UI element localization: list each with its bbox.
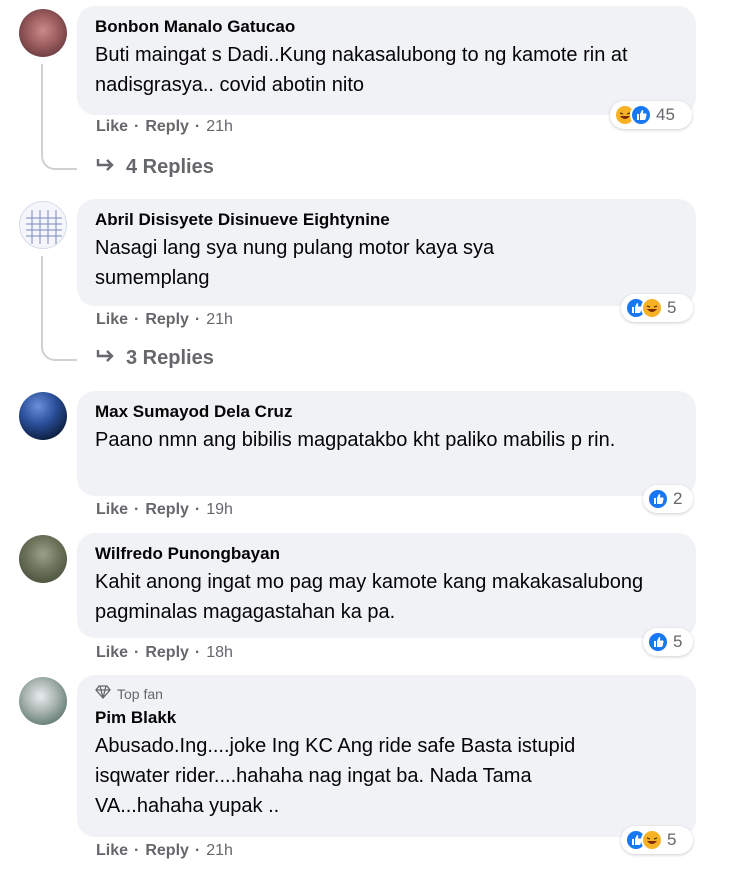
like-link[interactable]: Like	[96, 501, 128, 519]
like-react-icon	[647, 488, 669, 510]
reply-link[interactable]: Reply	[145, 311, 189, 329]
comment-author[interactable]: Max Sumayod Dela Cruz	[95, 401, 680, 423]
reply-link[interactable]: Reply	[145, 118, 189, 136]
comment-author[interactable]: Wilfredo Punongbayan	[95, 543, 680, 565]
view-replies-button[interactable]: 3 Replies	[96, 347, 214, 370]
reply-link[interactable]: Reply	[145, 501, 189, 519]
comment-bubble: Max Sumayod Dela Cruz Paano nmn ang bibi…	[77, 391, 696, 496]
comment-author[interactable]: Pim Blakk	[95, 707, 680, 729]
top-fan-badge: Top fan	[95, 685, 680, 703]
diamond-icon	[95, 685, 111, 703]
thread-line	[41, 64, 43, 154]
timestamp[interactable]: 21h	[206, 311, 233, 329]
replies-label: 3 Replies	[126, 347, 214, 369]
comment-bubble: Wilfredo Punongbayan Kahit anong ingat m…	[77, 533, 696, 638]
comment-text: Buti maingat s Dadi..Kung nakasalubong t…	[95, 44, 628, 96]
comment-actions: Like · Reply · 19h	[96, 501, 233, 519]
reply-link[interactable]: Reply	[145, 644, 189, 662]
like-link[interactable]: Like	[96, 311, 128, 329]
comment-text: Nasagi lang sya nung pulang motor kaya s…	[95, 237, 495, 289]
thread-connector	[41, 150, 77, 170]
timestamp[interactable]: 21h	[206, 842, 233, 860]
comment-bubble: Abril Disisyete Disinueve Eightynine Nas…	[77, 199, 696, 306]
avatar[interactable]	[19, 677, 67, 725]
like-react-icon	[647, 631, 669, 653]
like-link[interactable]: Like	[96, 118, 128, 136]
view-replies-button[interactable]: 4 Replies	[96, 156, 214, 179]
haha-react-icon	[641, 297, 663, 319]
comment-actions: Like · Reply · 21h	[96, 118, 233, 136]
avatar[interactable]	[19, 9, 67, 57]
timestamp[interactable]: 21h	[206, 118, 233, 136]
thread-connector	[41, 341, 77, 361]
comment-text: Paano nmn ang bibilis magpatakbo kht pal…	[95, 429, 616, 451]
comment-bubble: Bonbon Manalo Gatucao Buti maingat s Dad…	[77, 6, 696, 115]
comment-text: Abusado.Ing....joke Ing KC Ang ride safe…	[95, 735, 576, 817]
thread-line	[41, 256, 43, 344]
reaction-summary[interactable]: 5	[621, 826, 693, 854]
avatar[interactable]	[19, 201, 67, 249]
comment-actions: Like · Reply · 21h	[96, 842, 233, 860]
comment-author[interactable]: Bonbon Manalo Gatucao	[95, 16, 680, 38]
avatar[interactable]	[19, 535, 67, 583]
reaction-summary[interactable]: 2	[643, 485, 693, 513]
timestamp[interactable]: 19h	[206, 501, 233, 519]
reply-arrow-icon	[96, 156, 116, 179]
replies-label: 4 Replies	[126, 156, 214, 178]
reaction-count: 5	[667, 298, 677, 317]
reaction-summary[interactable]: 5	[643, 628, 693, 656]
reaction-summary[interactable]: 45	[610, 101, 692, 129]
like-link[interactable]: Like	[96, 644, 128, 662]
reaction-count: 5	[667, 830, 677, 849]
comment-author[interactable]: Abril Disisyete Disinueve Eightynine	[95, 209, 680, 231]
reaction-count: 45	[656, 105, 675, 124]
comment-bubble: Top fan Pim Blakk Abusado.Ing....joke In…	[77, 675, 696, 837]
avatar[interactable]	[19, 392, 67, 440]
timestamp[interactable]: 18h	[206, 644, 233, 662]
like-react-icon	[630, 104, 652, 126]
reaction-count: 5	[673, 632, 683, 651]
reaction-summary[interactable]: 5	[621, 294, 693, 322]
badge-label: Top fan	[117, 686, 163, 702]
reply-link[interactable]: Reply	[145, 842, 189, 860]
haha-react-icon	[641, 829, 663, 851]
comment-actions: Like · Reply · 18h	[96, 644, 233, 662]
comment-text: Kahit anong ingat mo pag may kamote kang…	[95, 571, 644, 623]
reply-arrow-icon	[96, 347, 116, 370]
reaction-count: 2	[673, 489, 683, 508]
comment-actions: Like · Reply · 21h	[96, 311, 233, 329]
like-link[interactable]: Like	[96, 842, 128, 860]
